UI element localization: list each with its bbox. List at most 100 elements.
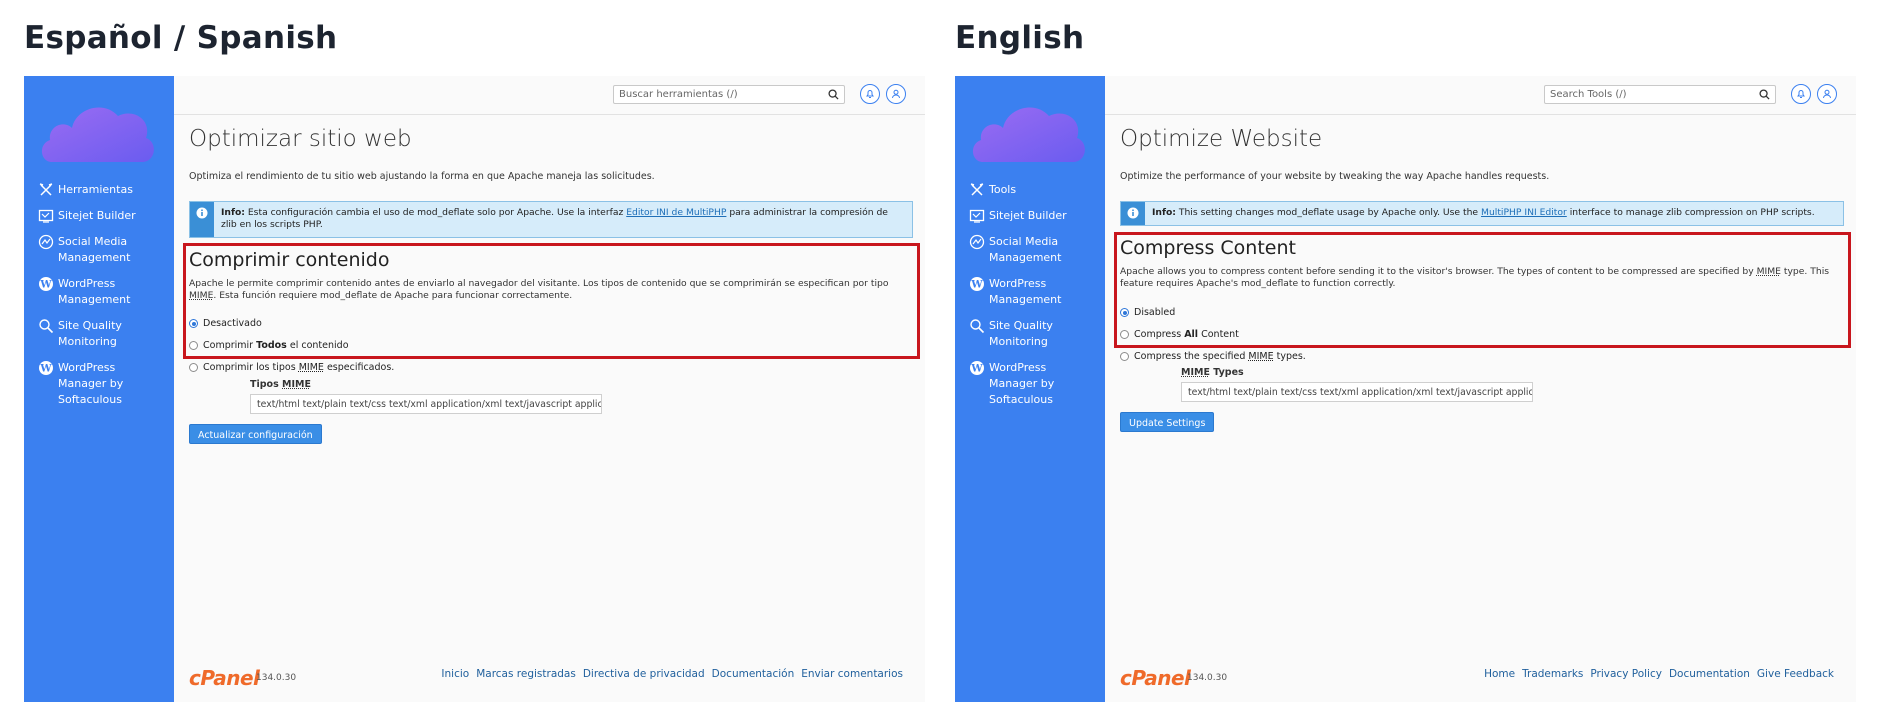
page-description: Optimiza el rendimiento de tu sitio web … [189, 171, 655, 182]
cloud-logo-icon[interactable] [38, 98, 156, 164]
mime-abbr: MIME [189, 290, 214, 301]
top-bar: Buscar herramientas (/) [174, 76, 925, 115]
radio-disabled[interactable]: Disabled [1120, 307, 1175, 318]
sidebar-item-site-quality[interactable]: Site Quality Monitoring [969, 318, 1099, 350]
section-desc-text-end: . Esta función requiere mod_deflate de A… [213, 290, 573, 301]
info-label: Info: [221, 207, 245, 218]
multiphp-ini-editor-link[interactable]: MultiPHP INI Editor [1481, 207, 1567, 218]
radio-button[interactable] [1120, 352, 1129, 361]
mime-types-label: MIME Types [1181, 367, 1244, 378]
sidebar-nav: Tools Sitejet Builder Social Media Manag… [969, 182, 1099, 418]
radio-label-end: types. [1276, 351, 1306, 362]
info-text: Info: This setting changes mod_deflate u… [1152, 207, 1835, 219]
bell-icon [866, 90, 874, 98]
radio-compress-all[interactable]: Compress All Content [1120, 329, 1239, 340]
notifications-button[interactable] [1791, 84, 1811, 104]
sidebar-item-sitejet[interactable]: Sitejet Builder [38, 208, 168, 224]
wordpress-icon: W [39, 361, 53, 375]
update-settings-button[interactable]: Actualizar configuración [189, 424, 322, 444]
section-desc-text: Apache allows you to compress content be… [1120, 266, 1754, 277]
radio-button[interactable] [189, 363, 198, 372]
multiphp-ini-editor-link[interactable]: Editor INI de MultiPHP [626, 207, 726, 218]
radio-label: Compress [1134, 329, 1182, 340]
info-label: Info: [1152, 207, 1176, 218]
cpanel-logo[interactable]: cPanel [1120, 666, 1191, 690]
social-media-icon [38, 234, 54, 250]
footer-link-home[interactable]: Home [1484, 668, 1515, 680]
wordpress-icon: W [970, 361, 984, 375]
radio-compress-specified[interactable]: Compress the specified MIME types. [1120, 351, 1306, 362]
radio-button[interactable] [189, 319, 198, 328]
user-menu-button[interactable] [1817, 84, 1837, 104]
tools-icon [39, 183, 53, 196]
footer-link-trademarks[interactable]: Trademarks [1522, 668, 1583, 680]
version-label: 134.0.30 [256, 673, 297, 683]
user-menu-button[interactable] [886, 84, 906, 104]
section-title: Compress Content [1120, 237, 1296, 259]
radio-compress-all[interactable]: Comprimir Todos el contenido [189, 340, 349, 351]
notifications-button[interactable] [860, 84, 880, 104]
search-input[interactable]: Search Tools (/) [1544, 85, 1776, 104]
section-description: Apache le permite comprimir contenido an… [189, 278, 904, 302]
sidebar-item-social-media[interactable]: Social Media Management [969, 234, 1099, 266]
sidebar-item-label: WordPress Manager by Softaculous [989, 361, 1055, 406]
sidebar-item-label: Social Media Management [989, 235, 1062, 264]
sitejet-icon [969, 209, 985, 223]
spanish-cpanel-screenshot: Herramientas Sitejet Builder Social Medi… [24, 76, 925, 702]
mime-types-input[interactable]: text/html text/plain text/css text/xml a… [1181, 382, 1533, 402]
sidebar-nav: Herramientas Sitejet Builder Social Medi… [38, 182, 168, 418]
mime-abbr: MIME [298, 362, 324, 373]
sidebar-item-wordpress-softaculous[interactable]: W WordPress Manager by Softaculous [38, 360, 168, 408]
radio-label: Comprimir los tipos [203, 362, 296, 373]
info-strip [1121, 202, 1145, 225]
search-icon [828, 89, 839, 100]
top-bar: Search Tools (/) [1105, 76, 1856, 115]
update-settings-button[interactable]: Update Settings [1120, 412, 1215, 432]
search-placeholder: Buscar herramientas (/) [619, 89, 738, 100]
footer-link-feedback[interactable]: Give Feedback [1757, 668, 1834, 680]
sidebar-item-site-quality[interactable]: Site Quality Monitoring [38, 318, 168, 350]
footer-link-documentation[interactable]: Documentation [1669, 668, 1750, 680]
cpanel-logo[interactable]: cPanel [189, 666, 260, 690]
radio-button[interactable] [1120, 330, 1129, 339]
sidebar-item-tools[interactable]: Herramientas [38, 182, 168, 198]
footer-link-home[interactable]: Inicio [441, 668, 469, 680]
info-alert: Info: This setting changes mod_deflate u… [1120, 201, 1844, 226]
search-input[interactable]: Buscar herramientas (/) [613, 85, 845, 104]
radio-label-end: el contenido [289, 340, 349, 351]
radio-label: Comprimir [203, 340, 254, 351]
cloud-logo-icon[interactable] [969, 98, 1087, 164]
sidebar-item-wordpress[interactable]: W WordPress Management [38, 276, 168, 308]
radio-label-bold: Todos [256, 340, 287, 351]
sidebar: Tools Sitejet Builder Social Media Manag… [955, 76, 1105, 702]
footer-link-trademarks[interactable]: Marcas registradas [476, 668, 576, 680]
radio-button[interactable] [1120, 308, 1129, 317]
footer-link-privacy[interactable]: Directiva de privacidad [583, 668, 705, 680]
radio-compress-specified[interactable]: Comprimir los tipos MIME especificados. [189, 362, 394, 373]
sidebar-item-label: Sitejet Builder [989, 209, 1067, 222]
info-text: Info: Esta configuración cambia el uso d… [221, 207, 904, 231]
mime-types-input[interactable]: text/html text/plain text/css text/xml a… [250, 394, 602, 414]
sidebar: Herramientas Sitejet Builder Social Medi… [24, 76, 174, 702]
section-description: Apache allows you to compress content be… [1120, 266, 1835, 290]
sidebar-item-wordpress-softaculous[interactable]: W WordPress Manager by Softaculous [969, 360, 1099, 408]
footer-link-documentation[interactable]: Documentación [712, 668, 795, 680]
sidebar-item-social-media[interactable]: Social Media Management [38, 234, 168, 266]
radio-disabled[interactable]: Desactivado [189, 318, 262, 329]
footer-link-feedback[interactable]: Enviar comentarios [801, 668, 903, 680]
sidebar-item-sitejet[interactable]: Sitejet Builder [969, 208, 1099, 224]
section-title: Comprimir contenido [189, 249, 390, 271]
radio-label: Desactivado [203, 318, 262, 329]
page-title: Optimizar sitio web [189, 126, 412, 152]
page-description: Optimize the performance of your website… [1120, 171, 1550, 182]
info-icon [196, 207, 208, 219]
version-label: 134.0.30 [1187, 673, 1228, 683]
footer-link-privacy[interactable]: Privacy Policy [1590, 668, 1662, 680]
bell-icon [1797, 90, 1805, 98]
info-message-end: interface to manage zlib compression on … [1569, 207, 1815, 218]
radio-button[interactable] [189, 341, 198, 350]
mime-label-text: Types [1213, 367, 1244, 378]
sidebar-item-tools[interactable]: Tools [969, 182, 1099, 198]
sidebar-item-wordpress[interactable]: W WordPress Management [969, 276, 1099, 308]
mime-label-text: Tipos [250, 379, 279, 390]
